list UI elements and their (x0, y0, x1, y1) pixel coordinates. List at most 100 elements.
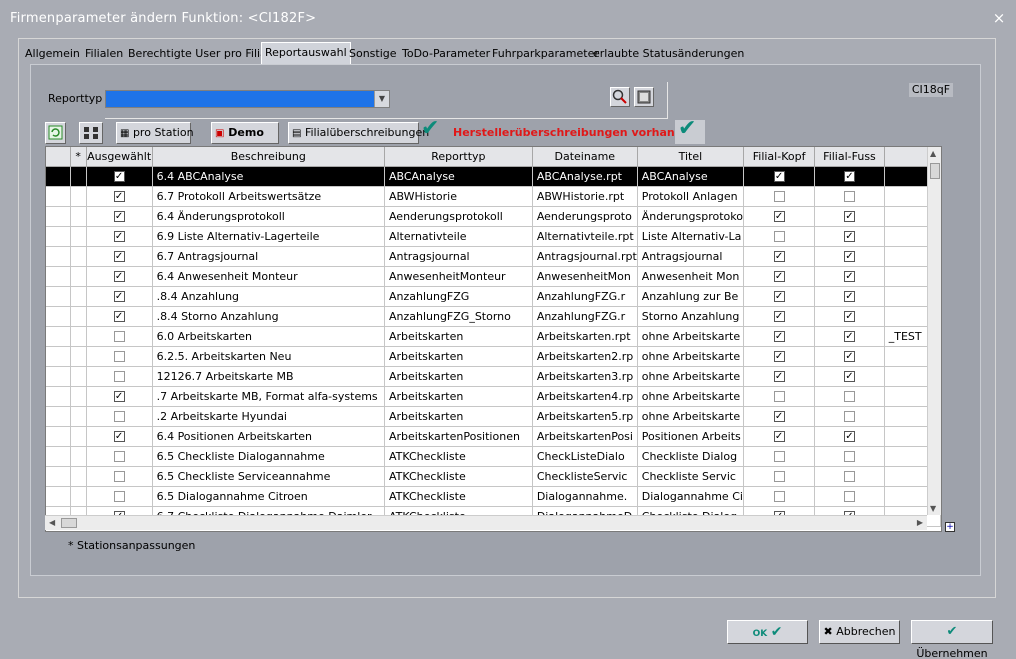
ausgewaehlt-checkbox[interactable]: ✓ (113, 291, 125, 302)
ausgewaehlt-cell[interactable] (86, 466, 153, 487)
filial-fuss-cell[interactable]: ✓ (814, 366, 885, 387)
table-row[interactable]: ✓ .8.4 Anzahlung AnzahlungFZG AnzahlungFZG.… (46, 286, 941, 307)
filial-kopf-cell[interactable]: ✓ (743, 406, 816, 427)
filial-kopf-checkbox[interactable]: ✓ (773, 331, 785, 342)
ausgewaehlt-cell[interactable]: ✓ (86, 206, 153, 227)
table-row[interactable]: 6.5 Dialogannahme Citroen ATKCheckliste Di… (46, 486, 941, 507)
filial-fuss-cell[interactable] (814, 466, 885, 487)
header-filial-kopf[interactable]: Filial-Kopf (743, 147, 816, 167)
table-row[interactable]: ✓ 6.9 Liste Alternativ-Lagerteile Alternat… (46, 226, 941, 247)
ausgewaehlt-checkbox[interactable] (113, 411, 125, 422)
ausgewaehlt-checkbox[interactable]: ✓ (113, 191, 125, 202)
close-icon[interactable]: × (990, 9, 1008, 27)
table-row[interactable]: ✓ 6.4 Anwesenheit Monteur AnwesenheitMonte… (46, 266, 941, 287)
ausgewaehlt-cell[interactable]: ✓ (86, 306, 153, 327)
filial-fuss-checkbox[interactable]: ✓ (843, 231, 855, 242)
ausgewaehlt-checkbox[interactable] (113, 451, 125, 462)
filial-fuss-checkbox[interactable]: ✓ (843, 271, 855, 282)
filial-kopf-checkbox[interactable]: ✓ (773, 311, 785, 322)
tab-statusaenderungen[interactable]: erlaubte Statusänderungen (590, 44, 747, 64)
refresh-button[interactable] (45, 122, 66, 144)
vertical-scrollbar[interactable]: ▲ ▼ (927, 147, 941, 515)
filial-kopf-checkbox[interactable]: ✓ (773, 271, 785, 282)
report-settings-button[interactable] (634, 87, 654, 107)
filial-kopf-cell[interactable]: ✓ (743, 326, 816, 347)
filial-kopf-cell[interactable]: ✓ (743, 266, 816, 287)
filial-kopf-checkbox[interactable] (773, 231, 785, 242)
filial-kopf-checkbox[interactable]: ✓ (773, 411, 785, 422)
filial-fuss-checkbox[interactable] (843, 191, 855, 202)
filial-fuss-cell[interactable]: ✓ (814, 266, 885, 287)
tab-allgemein[interactable]: Allgemein (22, 44, 83, 64)
filial-kopf-cell[interactable]: ✓ (743, 306, 816, 327)
header-dateiname[interactable]: Dateiname (532, 147, 638, 167)
chevron-down-icon[interactable]: ▼ (374, 91, 389, 107)
filial-kopf-cell[interactable]: ✓ (743, 246, 816, 267)
filial-fuss-checkbox[interactable] (843, 391, 855, 402)
demo-button[interactable]: ▣ Demo (211, 122, 279, 144)
filial-fuss-cell[interactable] (814, 386, 885, 407)
filial-fuss-cell[interactable] (814, 486, 885, 507)
filial-kopf-checkbox[interactable] (773, 471, 785, 482)
ausgewaehlt-cell[interactable] (86, 446, 153, 467)
filial-kopf-checkbox[interactable]: ✓ (773, 211, 785, 222)
filial-kopf-checkbox[interactable] (773, 391, 785, 402)
filial-kopf-cell[interactable]: ✓ (743, 346, 816, 367)
filial-fuss-checkbox[interactable] (843, 451, 855, 462)
ausgewaehlt-checkbox[interactable]: ✓ (113, 171, 125, 182)
filial-kopf-cell[interactable] (743, 226, 816, 247)
horizontal-scrollbar[interactable]: ◀ ▶ (45, 515, 927, 530)
filial-kopf-cell[interactable] (743, 446, 816, 467)
ausgewaehlt-cell[interactable]: ✓ (86, 246, 153, 267)
header-reporttyp[interactable]: Reporttyp (384, 147, 533, 167)
filial-kopf-checkbox[interactable]: ✓ (773, 251, 785, 262)
tab-berechtigte-user[interactable]: Berechtigte User pro Filiale (125, 44, 280, 64)
filial-kopf-checkbox[interactable]: ✓ (773, 291, 785, 302)
filial-fuss-checkbox[interactable]: ✓ (843, 351, 855, 362)
expand-plus-icon[interactable]: + (945, 522, 955, 532)
filial-fuss-cell[interactable]: ✓ (814, 286, 885, 307)
ausgewaehlt-cell[interactable] (86, 486, 153, 507)
ausgewaehlt-checkbox[interactable] (113, 471, 125, 482)
filial-fuss-checkbox[interactable]: ✓ (843, 371, 855, 382)
vertical-scroll-thumb[interactable] (930, 163, 940, 179)
table-row[interactable]: ✓ .7 Arbeitskarte MB, Format alfa-systems… (46, 386, 941, 407)
filial-kopf-cell[interactable]: ✓ (743, 166, 816, 187)
header-ausgewaehlt[interactable]: Ausgewählt (86, 147, 153, 167)
filial-kopf-checkbox[interactable]: ✓ (773, 351, 785, 362)
ausgewaehlt-cell[interactable] (86, 406, 153, 427)
ausgewaehlt-checkbox[interactable]: ✓ (113, 211, 125, 222)
header-beschreibung[interactable]: Beschreibung (152, 147, 385, 167)
table-row[interactable]: ✓ 6.4 Änderungsprotokoll Aenderungsprotoko… (46, 206, 941, 227)
table-row[interactable]: 12126.7 Arbeitskarte MB Arbeitskarten Arbe… (46, 366, 941, 387)
table-row[interactable]: ✓ 6.7 Protokoll Arbeitswertsätze ABWHistor… (46, 186, 941, 207)
filial-fuss-checkbox[interactable]: ✓ (843, 311, 855, 322)
table-row[interactable]: 6.5 Checkliste Serviceannahme ATKChecklis… (46, 466, 941, 487)
table-row[interactable]: 6.2.5. Arbeitskarten Neu Arbeitskarten Arb… (46, 346, 941, 367)
filial-fuss-cell[interactable]: ✓ (814, 426, 885, 447)
table-row[interactable]: 6.0 Arbeitskarten Arbeitskarten Arbeitskar… (46, 326, 941, 347)
filial-kopf-cell[interactable] (743, 386, 816, 407)
ausgewaehlt-checkbox[interactable] (113, 331, 125, 342)
table-row[interactable]: ✓ 6.4 Positionen Arbeitskarten Arbeitskart… (46, 426, 941, 447)
filial-fuss-checkbox[interactable]: ✓ (843, 331, 855, 342)
scroll-left-icon[interactable]: ◀ (49, 518, 55, 527)
reporttyp-select[interactable]: ▼ (105, 90, 390, 108)
scroll-right-icon[interactable]: ▶ (917, 518, 923, 527)
ausgewaehlt-checkbox[interactable]: ✓ (113, 251, 125, 262)
filial-kopf-checkbox[interactable] (773, 491, 785, 502)
ausgewaehlt-cell[interactable]: ✓ (86, 166, 153, 187)
filial-kopf-cell[interactable] (743, 466, 816, 487)
header-filial-fuss[interactable]: Filial-Fuss (814, 147, 885, 167)
table-row[interactable]: ✓ 6.4 ABCAnalyse ABCAnalyse ABCAnalyse.rpt A… (46, 166, 941, 187)
ok-button[interactable]: OK ✔ (727, 620, 808, 644)
filial-fuss-cell[interactable] (814, 186, 885, 207)
filial-fuss-cell[interactable] (814, 446, 885, 467)
ausgewaehlt-cell[interactable]: ✓ (86, 186, 153, 207)
uebernehmen-button[interactable]: ✔ Übernehmen (911, 620, 993, 659)
scroll-up-icon[interactable]: ▲ (930, 149, 936, 158)
filial-fuss-checkbox[interactable]: ✓ (843, 291, 855, 302)
filial-kopf-checkbox[interactable]: ✓ (773, 431, 785, 442)
filial-fuss-cell[interactable] (814, 406, 885, 427)
ausgewaehlt-checkbox[interactable]: ✓ (113, 231, 125, 242)
